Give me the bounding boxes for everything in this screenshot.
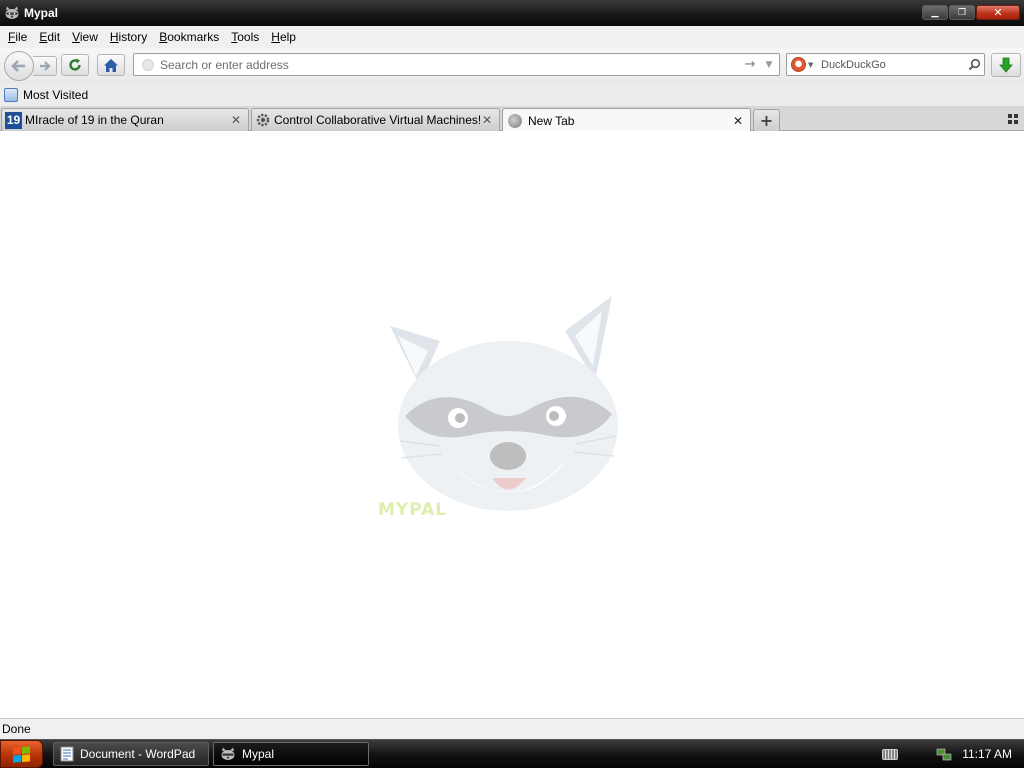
status-text: Done <box>2 722 31 736</box>
taskbar-wordpad[interactable]: Document - WordPad <box>53 742 209 766</box>
tab-close-icon[interactable]: ✕ <box>480 113 494 127</box>
mypal-watermark: MYPAL <box>378 500 448 520</box>
bookmark-most-visited[interactable]: Most Visited <box>4 88 88 102</box>
page-content[interactable]: MYPAL <box>0 131 1024 718</box>
tab-favicon-19-icon: 19 <box>5 111 22 129</box>
maximize-button[interactable]: ❐ <box>949 5 975 20</box>
new-tab-button[interactable]: + <box>753 109 780 131</box>
menu-view[interactable]: View <box>67 30 103 44</box>
go-arrow-icon[interactable]: → <box>741 57 759 72</box>
close-button[interactable]: ✕ <box>976 5 1020 20</box>
mypal-raccoon-icon <box>4 5 20 21</box>
tab-groups-icon[interactable] <box>1006 112 1020 126</box>
system-tray: 11:17 AM <box>882 740 1024 768</box>
search-engine-selector[interactable]: ▼ <box>787 57 815 72</box>
menu-history[interactable]: History <box>105 30 152 44</box>
mypal-raccoon-icon <box>221 747 235 760</box>
tab-label: New Tab <box>528 113 575 128</box>
search-bar[interactable]: ▼ <box>786 53 985 76</box>
arrow-right-icon <box>39 61 51 71</box>
globe-icon <box>508 113 522 128</box>
home-button[interactable] <box>97 54 125 76</box>
windows-logo-icon <box>13 745 30 763</box>
search-input[interactable] <box>815 58 964 71</box>
site-identity-icon[interactable] <box>142 58 154 71</box>
tab-close-icon[interactable]: ✕ <box>731 114 745 128</box>
tab-label: MIracle of 19 in the Quran <box>25 113 164 127</box>
minimize-button[interactable]: ▁ <box>922 5 948 20</box>
wordpad-icon <box>60 746 74 762</box>
window-title: Mypal <box>24 6 59 20</box>
windows-taskbar: Document - WordPad Mypal 11:17 AM <box>0 739 1024 768</box>
arrow-left-icon <box>11 60 25 72</box>
reload-button[interactable] <box>61 54 89 76</box>
clock[interactable]: 11:17 AM <box>962 747 1012 761</box>
home-icon <box>104 58 118 72</box>
reload-icon <box>69 58 81 71</box>
chevron-down-icon: ▼ <box>808 60 814 69</box>
start-button[interactable] <box>0 740 43 768</box>
menu-file[interactable]: File <box>3 30 32 44</box>
menu-help[interactable]: Help <box>266 30 301 44</box>
forward-button[interactable] <box>33 56 57 76</box>
address-input[interactable] <box>160 57 741 72</box>
navigation-toolbar: → ▼ ▼ <box>0 48 1024 84</box>
menu-bar: File Edit View History Bookmarks Tools H… <box>0 26 1024 48</box>
most-visited-icon <box>4 88 18 102</box>
back-button[interactable] <box>4 51 34 81</box>
menu-tools[interactable]: Tools <box>226 30 264 44</box>
tab-miracle-of-19[interactable]: 19 MIracle of 19 in the Quran ✕ <box>1 108 249 131</box>
gear-icon <box>255 112 271 128</box>
raccoon-logo-icon <box>390 296 618 511</box>
downloads-button[interactable] <box>991 53 1021 77</box>
bookmarks-toolbar: Most Visited <box>0 84 1024 106</box>
status-bar: Done <box>0 718 1024 739</box>
menu-edit[interactable]: Edit <box>34 30 65 44</box>
tab-new-tab[interactable]: New Tab ✕ <box>502 108 751 132</box>
window-titlebar[interactable]: Mypal ▁ ❐ ✕ <box>0 0 1024 26</box>
keyboard-icon[interactable] <box>882 748 899 760</box>
address-bar[interactable]: → ▼ <box>133 53 780 76</box>
taskbar-mypal[interactable]: Mypal <box>213 742 369 766</box>
tab-close-icon[interactable]: ✕ <box>229 113 243 127</box>
tab-strip: 19 MIracle of 19 in the Quran ✕ Control … <box>0 106 1024 132</box>
download-arrow-icon <box>999 57 1013 73</box>
duckduckgo-icon <box>791 57 806 72</box>
network-icon[interactable] <box>936 746 952 762</box>
menu-bookmarks[interactable]: Bookmarks <box>154 30 224 44</box>
search-icon[interactable] <box>964 58 984 71</box>
history-dropdown-icon[interactable]: ▼ <box>759 60 779 70</box>
tab-label: Control Collaborative Virtual Machines! <box>274 113 480 127</box>
tab-control-collaborative-vms[interactable]: Control Collaborative Virtual Machines! … <box>251 108 500 131</box>
